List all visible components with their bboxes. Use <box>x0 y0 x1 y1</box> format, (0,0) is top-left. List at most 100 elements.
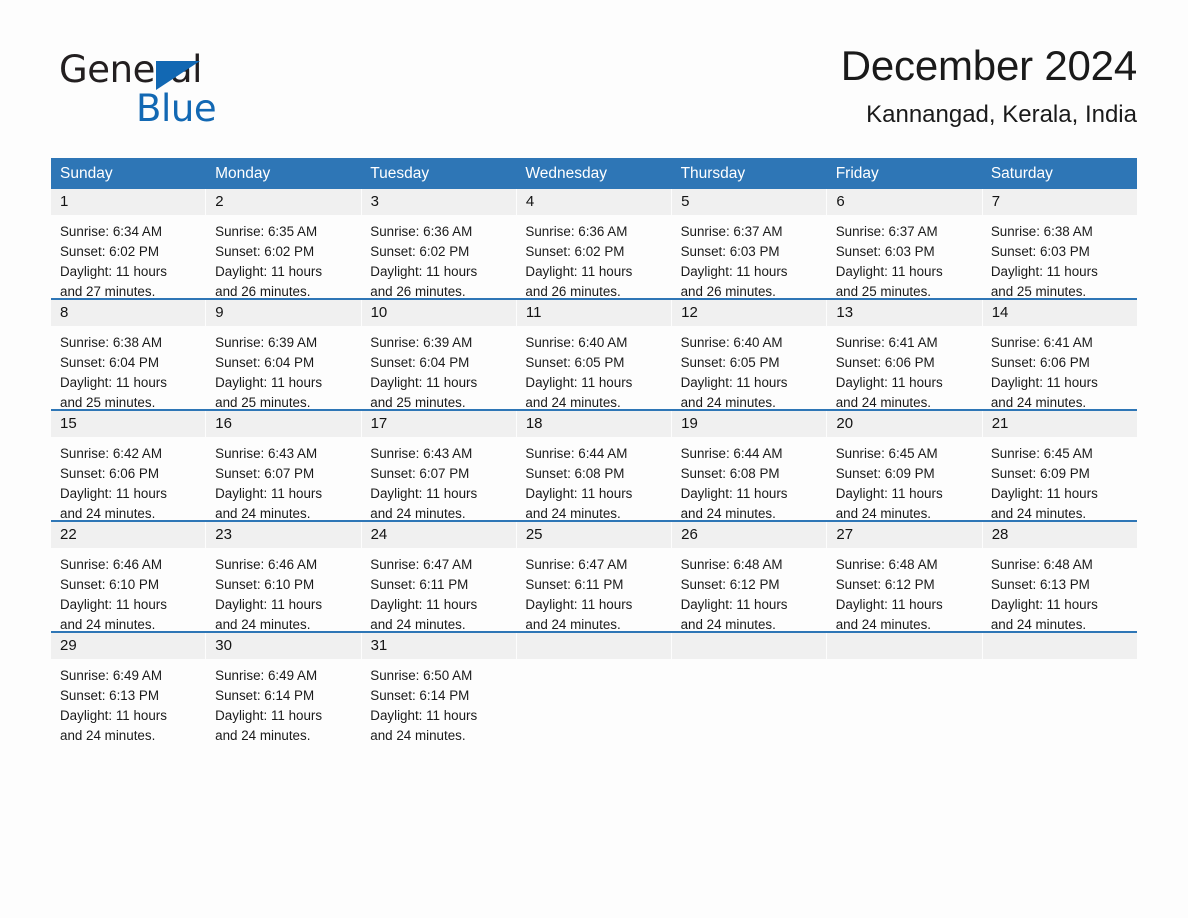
daylight-text-line1: Daylight: 11 hours <box>680 597 788 612</box>
day-cell-info: Sunrise: 6:44 AM Sunset: 6:08 PM Dayligh… <box>672 437 827 521</box>
day-number[interactable]: 9 <box>206 300 362 326</box>
sunrise-text: Sunrise: 6:47 AM <box>370 557 473 572</box>
day-cell-info: Sunrise: 6:37 AM Sunset: 6:03 PM Dayligh… <box>827 215 982 299</box>
day-number[interactable]: 29 <box>51 633 207 659</box>
day-number[interactable]: 4 <box>516 189 673 215</box>
day-number-empty <box>827 633 983 659</box>
sunrise-text: Sunrise: 6:36 AM <box>525 224 628 239</box>
title-block: December 2024 Kannangad, Kerala, India <box>841 40 1137 129</box>
day-info-row: Sunrise: 6:46 AM Sunset: 6:10 PM Dayligh… <box>51 548 1137 632</box>
day-number[interactable]: 22 <box>51 522 207 548</box>
day-number[interactable]: 21 <box>982 411 1137 437</box>
day-number[interactable]: 20 <box>827 411 983 437</box>
day-number[interactable]: 19 <box>672 411 828 437</box>
day-number[interactable]: 15 <box>51 411 207 437</box>
daylight-text-line2: and 24 minutes. <box>60 617 156 632</box>
weekday-header-friday: Friday <box>835 165 879 182</box>
sunrise-text: Sunrise: 6:48 AM <box>835 557 938 572</box>
daylight-text-line2: and 24 minutes. <box>370 617 466 632</box>
day-number[interactable]: 10 <box>361 300 517 326</box>
sunset-text: Sunset: 6:07 PM <box>215 466 315 481</box>
daylight-text-line2: and 24 minutes. <box>835 617 931 632</box>
day-number-row: 1 2 3 4 5 6 7 <box>51 189 1137 215</box>
day-number[interactable]: 26 <box>672 522 828 548</box>
calendar-week-row: 29 30 31 Sunrise: 6:49 AM Sunset: 6:13 P… <box>51 631 1137 743</box>
day-number[interactable]: 23 <box>206 522 362 548</box>
daylight-text-line2: and 24 minutes. <box>215 728 311 743</box>
daylight-text-line1: Daylight: 11 hours <box>60 708 167 723</box>
day-cell-info: Sunrise: 6:49 AM Sunset: 6:14 PM Dayligh… <box>206 659 361 743</box>
day-number-row: 8 9 10 11 12 13 14 <box>51 300 1137 326</box>
day-cell-info: Sunrise: 6:36 AM Sunset: 6:02 PM Dayligh… <box>516 215 671 299</box>
daylight-text-line2: and 24 minutes. <box>835 506 931 521</box>
day-number[interactable]: 8 <box>51 300 207 326</box>
day-number[interactable]: 18 <box>516 411 673 437</box>
daylight-text-line2: and 25 minutes. <box>60 395 156 410</box>
day-number[interactable]: 5 <box>672 189 828 215</box>
sunset-text: Sunset: 6:08 PM <box>525 466 625 481</box>
daylight-text-line2: and 25 minutes. <box>835 284 931 299</box>
calendar-week-row: 1 2 3 4 5 6 7 Sunrise: 6:34 AM Sunset: 6… <box>51 189 1137 299</box>
day-number[interactable]: 24 <box>361 522 517 548</box>
sunset-text: Sunset: 6:14 PM <box>370 688 470 703</box>
day-cell-info: Sunrise: 6:50 AM Sunset: 6:14 PM Dayligh… <box>361 659 516 743</box>
daylight-text-line1: Daylight: 11 hours <box>215 486 323 501</box>
day-number[interactable]: 1 <box>51 189 207 215</box>
day-number[interactable]: 2 <box>206 189 362 215</box>
day-number[interactable]: 31 <box>361 633 517 659</box>
day-cell-info: Sunrise: 6:37 AM Sunset: 6:03 PM Dayligh… <box>672 215 827 299</box>
daylight-text-line1: Daylight: 11 hours <box>835 486 943 501</box>
daylight-text-line1: Daylight: 11 hours <box>60 597 167 612</box>
calendar-week-row: 22 23 24 25 26 27 28 Sunrise: 6:46 AM Su… <box>51 520 1137 632</box>
day-number[interactable]: 30 <box>206 633 362 659</box>
day-cell-info-empty <box>827 659 982 742</box>
sunrise-text: Sunrise: 6:41 AM <box>835 335 938 350</box>
sunrise-text: Sunrise: 6:46 AM <box>60 557 162 572</box>
daylight-text-line2: and 24 minutes. <box>680 617 776 632</box>
daylight-text-line2: and 24 minutes. <box>680 506 776 521</box>
general-blue-logo: General Blue <box>59 50 339 146</box>
daylight-text-line2: and 24 minutes. <box>525 395 621 410</box>
weekday-header-row: Sunday Monday Tuesday Wednesday Thursday… <box>51 158 1137 189</box>
day-cell-info: Sunrise: 6:36 AM Sunset: 6:02 PM Dayligh… <box>361 215 516 299</box>
day-number[interactable]: 3 <box>361 189 517 215</box>
daylight-text-line2: and 26 minutes. <box>370 284 466 299</box>
day-cell-info: Sunrise: 6:41 AM Sunset: 6:06 PM Dayligh… <box>982 326 1137 410</box>
daylight-text-line1: Daylight: 11 hours <box>60 486 167 501</box>
sunrise-text: Sunrise: 6:47 AM <box>525 557 628 572</box>
day-number[interactable]: 6 <box>827 189 983 215</box>
day-number[interactable]: 17 <box>361 411 517 437</box>
sunset-text: Sunset: 6:04 PM <box>215 355 315 370</box>
daylight-text-line1: Daylight: 11 hours <box>835 597 943 612</box>
day-number[interactable]: 16 <box>206 411 362 437</box>
sunset-text: Sunset: 6:07 PM <box>370 466 470 481</box>
sunrise-text: Sunrise: 6:48 AM <box>990 557 1093 572</box>
daylight-text-line1: Daylight: 11 hours <box>60 264 167 279</box>
sunrise-text: Sunrise: 6:44 AM <box>525 446 628 461</box>
day-number-row: 22 23 24 25 26 27 28 <box>51 522 1137 548</box>
calendar-page: General Blue December 2024 Kannangad, Ke… <box>0 0 1188 918</box>
day-cell-info: Sunrise: 6:45 AM Sunset: 6:09 PM Dayligh… <box>982 437 1137 521</box>
day-number[interactable]: 12 <box>672 300 828 326</box>
day-number-empty <box>672 633 828 659</box>
day-number[interactable]: 27 <box>827 522 983 548</box>
daylight-text-line1: Daylight: 11 hours <box>60 375 167 390</box>
day-number[interactable]: 7 <box>982 189 1137 215</box>
day-number[interactable]: 28 <box>982 522 1137 548</box>
sunset-text: Sunset: 6:08 PM <box>680 466 780 481</box>
calendar-week-row: 15 16 17 18 19 20 21 Sunrise: 6:42 AM Su… <box>51 409 1137 521</box>
sunset-text: Sunset: 6:03 PM <box>835 244 935 259</box>
day-number[interactable]: 11 <box>516 300 673 326</box>
daylight-text-line1: Daylight: 11 hours <box>370 375 478 390</box>
daylight-text-line2: and 24 minutes. <box>60 506 156 521</box>
day-number[interactable]: 13 <box>827 300 983 326</box>
daylight-text-line1: Daylight: 11 hours <box>525 486 633 501</box>
day-number[interactable]: 14 <box>982 300 1137 326</box>
day-number[interactable]: 25 <box>516 522 673 548</box>
sunset-text: Sunset: 6:12 PM <box>835 577 935 592</box>
sunset-text: Sunset: 6:04 PM <box>60 355 159 370</box>
day-number-empty <box>982 633 1137 659</box>
sunset-text: Sunset: 6:13 PM <box>990 577 1090 592</box>
sunset-text: Sunset: 6:04 PM <box>370 355 470 370</box>
daylight-text-line1: Daylight: 11 hours <box>215 597 323 612</box>
